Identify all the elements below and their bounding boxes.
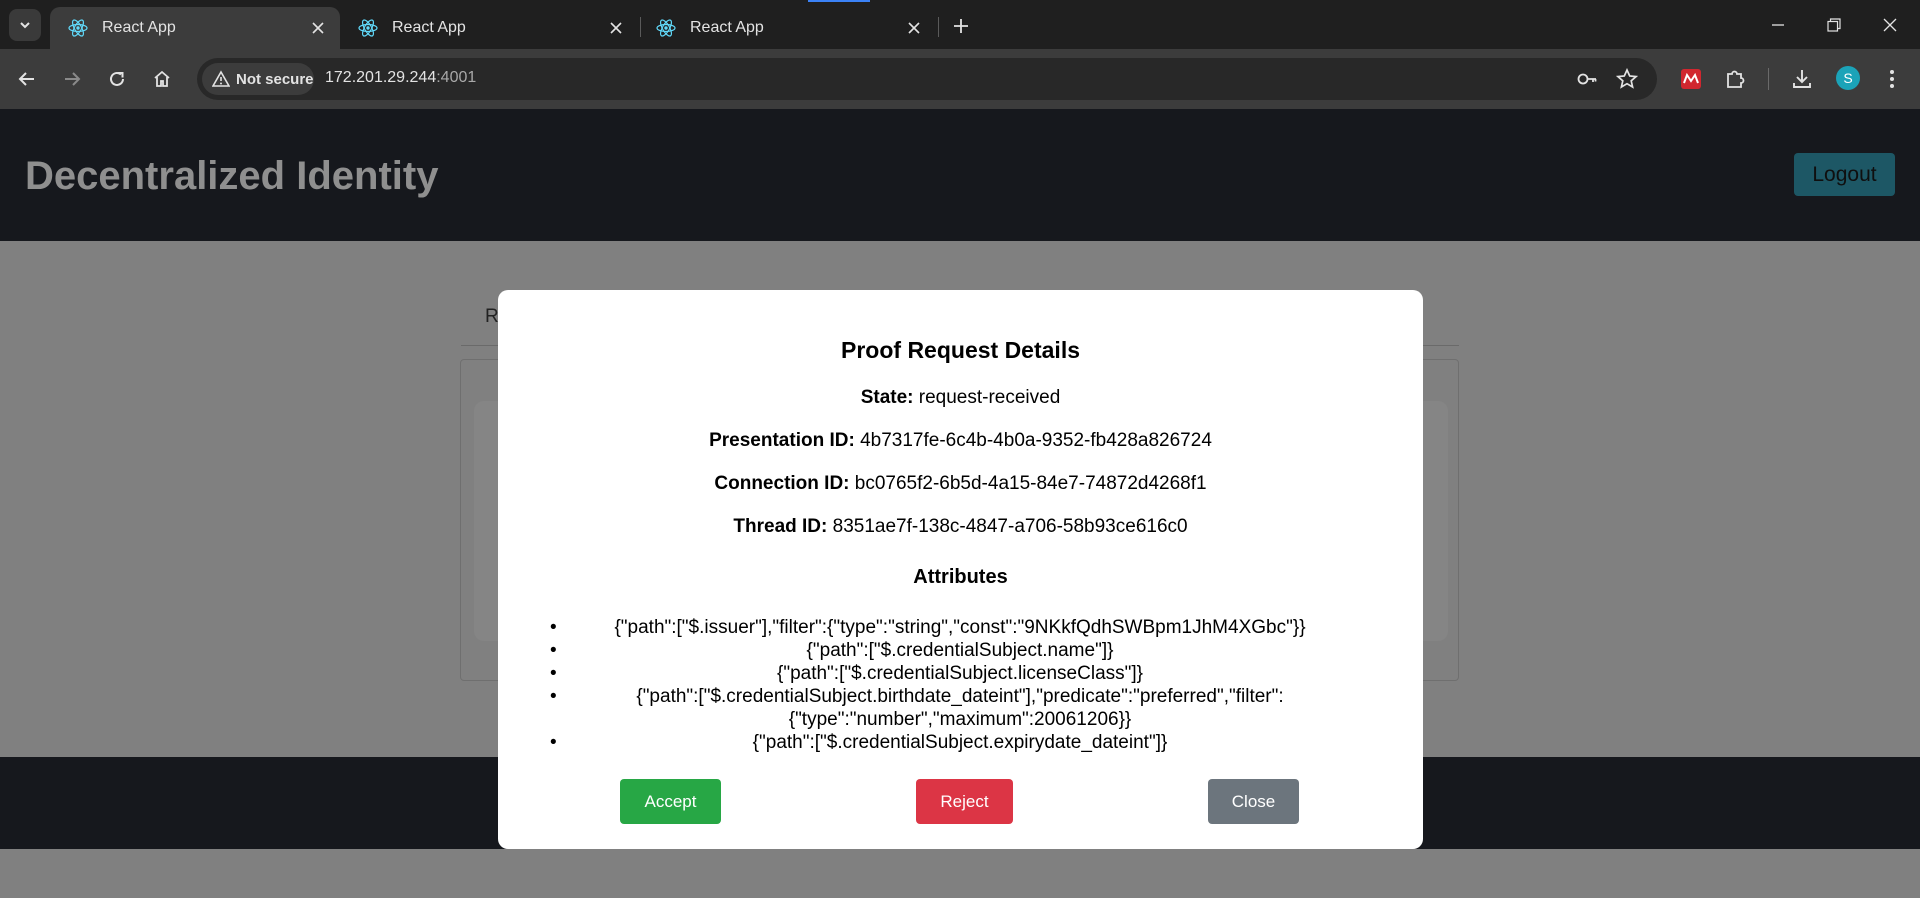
- password-key-icon[interactable]: [1575, 67, 1599, 91]
- forward-button[interactable]: [56, 63, 88, 95]
- presentation-id-field: Presentation ID: 4b7317fe-6c4b-4b0a-9352…: [498, 430, 1423, 452]
- downloads-icon[interactable]: [1786, 63, 1818, 95]
- url-port: :4001: [436, 69, 477, 86]
- close-window-button[interactable]: [1862, 0, 1918, 49]
- minimize-button[interactable]: [1750, 0, 1806, 49]
- field-label: Thread ID:: [733, 516, 828, 537]
- toolbar-divider: [1768, 68, 1769, 90]
- home-button[interactable]: [146, 63, 178, 95]
- arrow-left-icon: [18, 72, 34, 86]
- browser-toolbar: Not secure 172.201.29.244:4001: [0, 49, 1920, 109]
- home-icon: [154, 70, 170, 87]
- close-icon: [1883, 18, 1897, 31]
- back-button[interactable]: [11, 63, 43, 95]
- state-field: State: request-received: [498, 387, 1423, 409]
- react-logo-icon: [656, 18, 676, 38]
- tab-separator: [938, 17, 939, 37]
- tab-title: React App: [392, 19, 466, 36]
- bookmark-star-icon[interactable]: [1615, 67, 1639, 91]
- connection-id-field: Connection ID: bc0765f2-6b5d-4a15-84e7-7…: [498, 473, 1423, 495]
- attribute-item: {"path":["$.issuer"],"filter":{"type":"s…: [550, 616, 1370, 639]
- field-value: 4b7317fe-6c4b-4b0a-9352-fb428a826724: [860, 430, 1212, 451]
- attribute-item: {"path":["$.credentialSubject.name"]}: [550, 639, 1370, 662]
- attributes-list: {"path":["$.issuer"],"filter":{"type":"s…: [550, 616, 1370, 754]
- tab-title: React App: [102, 19, 176, 36]
- minimize-icon: [1772, 23, 1784, 26]
- reload-button[interactable]: [101, 63, 133, 95]
- reject-button[interactable]: Reject: [916, 779, 1013, 824]
- attribute-item: {"path":["$.credentialSubject.birthdate_…: [550, 685, 1370, 731]
- url-host: 172.201.29.244: [325, 69, 437, 86]
- restore-button[interactable]: [1806, 0, 1862, 49]
- react-logo-icon: [358, 18, 378, 38]
- extension-mendeley-icon[interactable]: [1675, 63, 1707, 95]
- browser-tab-2[interactable]: React App: [340, 7, 638, 49]
- site-info-chip[interactable]: Not secure: [202, 63, 314, 95]
- profile-avatar[interactable]: S: [1836, 66, 1860, 90]
- close-tab-icon[interactable]: [902, 16, 926, 40]
- address-bar[interactable]: Not secure 172.201.29.244:4001: [197, 58, 1657, 100]
- react-logo-icon: [68, 18, 88, 38]
- field-label: Presentation ID:: [709, 430, 855, 451]
- close-tab-icon[interactable]: [604, 16, 628, 40]
- tab-search-button[interactable]: [9, 9, 41, 41]
- attributes-heading: Attributes: [913, 566, 1008, 588]
- tab-loading-indicator: [808, 0, 870, 2]
- accept-button[interactable]: Accept: [620, 779, 721, 824]
- app-header: Decentralized Identity Logout: [0, 109, 1920, 241]
- modal-title: Proof Request Details: [841, 337, 1080, 363]
- more-menu-icon[interactable]: [1876, 63, 1908, 95]
- field-label: Connection ID:: [714, 473, 850, 494]
- extensions-puzzle-icon[interactable]: [1719, 63, 1751, 95]
- reload-icon: [110, 71, 124, 86]
- app-title: Decentralized Identity: [25, 154, 439, 198]
- restore-icon: [1827, 17, 1841, 32]
- field-value: 8351ae7f-138c-4847-a706-58b93ce616c0: [832, 516, 1188, 537]
- field-value: request-received: [918, 387, 1061, 408]
- tab-title: React App: [690, 19, 764, 36]
- field-label: State:: [860, 387, 914, 408]
- background-tab-label: R: [485, 306, 499, 327]
- thread-id-field: Thread ID: 8351ae7f-138c-4847-a706-58b93…: [498, 516, 1423, 538]
- field-value: bc0765f2-6b5d-4a15-84e7-74872d4268f1: [854, 473, 1207, 494]
- close-tab-icon[interactable]: [306, 16, 330, 40]
- new-tab-button[interactable]: [946, 11, 976, 41]
- browser-tab-1[interactable]: React App: [50, 7, 340, 49]
- security-label: Not secure: [236, 70, 314, 88]
- plus-icon: [954, 19, 968, 33]
- logout-button[interactable]: Logout: [1794, 153, 1895, 196]
- attribute-item: {"path":["$.credentialSubject.expirydate…: [550, 731, 1370, 754]
- warning-icon: [212, 70, 230, 87]
- proof-request-modal: Proof Request Details State: request-rec…: [498, 290, 1423, 849]
- attribute-item: {"path":["$.credentialSubject.licenseCla…: [550, 662, 1370, 685]
- browser-tab-strip: React App React App React App: [0, 0, 1920, 49]
- url-text[interactable]: 172.201.29.244:4001: [325, 69, 476, 87]
- arrow-right-icon: [65, 72, 81, 86]
- browser-tab-3[interactable]: React App: [638, 7, 936, 49]
- chevron-down-icon: [20, 22, 30, 29]
- close-button[interactable]: Close: [1208, 779, 1299, 824]
